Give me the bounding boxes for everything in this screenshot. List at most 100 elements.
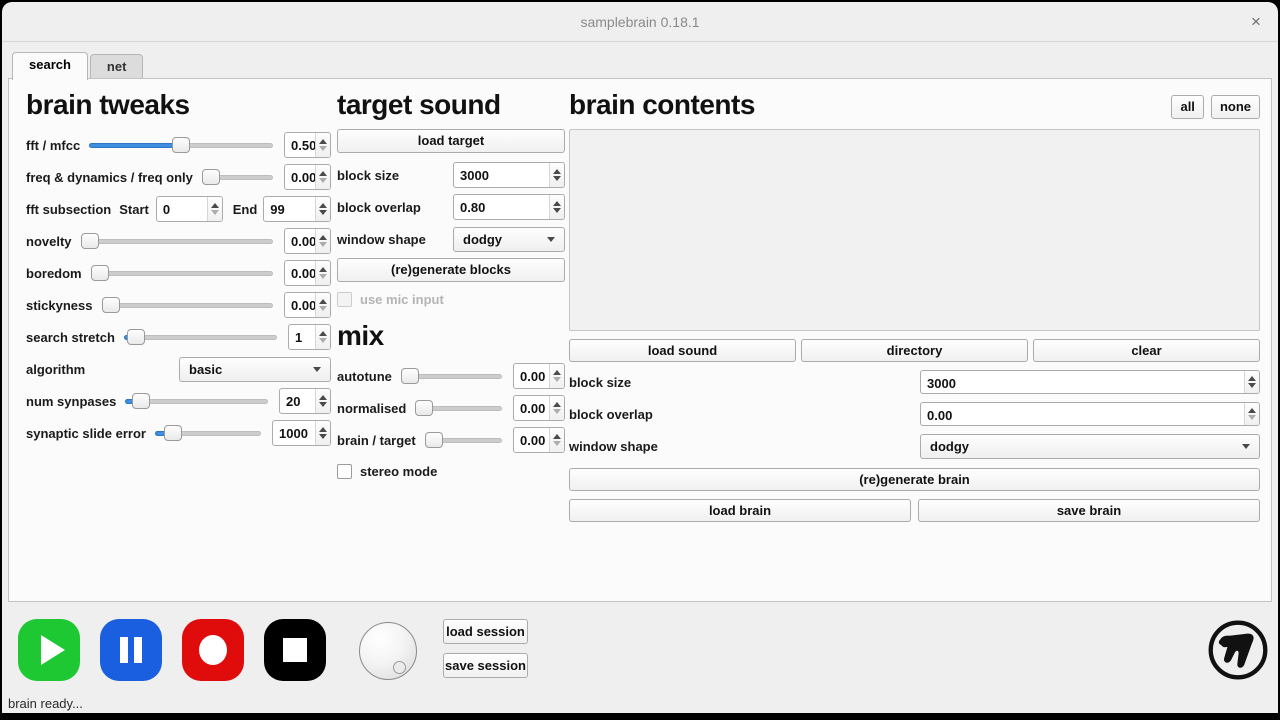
pause-button[interactable] [100, 619, 162, 681]
window-title: samplebrain 0.18.1 [2, 14, 1278, 30]
boredom-slider[interactable] [91, 264, 273, 282]
num-synpases-spinbox[interactable]: 20 [279, 388, 331, 414]
autotune-spinbox[interactable]: 0.00 [513, 363, 565, 389]
synaptic-slide-error-spinbox[interactable]: 1000 [272, 420, 331, 446]
spin-arrows-icon[interactable] [315, 261, 330, 285]
regenerate-blocks-button[interactable]: (re)generate blocks [337, 258, 565, 282]
stereo-mode-checkbox[interactable] [337, 464, 352, 479]
num-synpases-slider[interactable] [125, 392, 268, 410]
stickyness-slider[interactable] [102, 296, 274, 314]
spin-arrows-icon[interactable] [315, 165, 330, 189]
freq-dynamics-row: freq & dynamics / freq only 0.00 [26, 161, 331, 193]
search-stretch-label: search stretch [26, 330, 115, 345]
brain-window-shape-combobox[interactable]: dodgy [920, 434, 1260, 459]
spin-arrows-icon[interactable] [315, 197, 330, 221]
target-block-size-spinbox[interactable]: 3000 [453, 162, 565, 188]
autotune-slider[interactable] [401, 367, 502, 385]
spin-arrows-icon[interactable] [549, 396, 564, 420]
use-mic-checkbox[interactable] [337, 292, 352, 307]
fft-end-spinbox[interactable]: 99 [263, 196, 331, 222]
novelty-spinbox[interactable]: 0.00 [284, 228, 331, 254]
target-window-shape-row: window shape dodgy [337, 223, 565, 255]
novelty-value: 0.00 [285, 229, 315, 253]
tab-search[interactable]: search [12, 52, 88, 80]
brain-block-overlap-row: block overlap 0.00 [569, 398, 1260, 430]
search-stretch-spinbox[interactable]: 1 [288, 324, 331, 350]
stop-button[interactable] [264, 619, 326, 681]
brain-contents-list[interactable] [569, 129, 1260, 331]
brain-target-slider[interactable] [425, 431, 502, 449]
regenerate-brain-button[interactable]: (re)generate brain [569, 468, 1260, 491]
normalised-label: normalised [337, 401, 406, 416]
normalised-slider[interactable] [415, 399, 502, 417]
target-block-overlap-spinbox[interactable]: 0.80 [453, 194, 565, 220]
target-sound-heading: target sound [337, 89, 565, 121]
aphex-twin-logo [1207, 619, 1269, 681]
normalised-spinbox[interactable]: 0.00 [513, 395, 565, 421]
spin-arrows-icon[interactable] [1244, 403, 1259, 425]
select-all-button[interactable]: all [1171, 95, 1203, 119]
spin-arrows-icon[interactable] [315, 293, 330, 317]
spin-arrows-icon[interactable] [315, 229, 330, 253]
use-mic-label: use mic input [360, 292, 444, 307]
close-icon[interactable]: × [1246, 12, 1266, 32]
search-stretch-row: search stretch 1 [26, 321, 331, 353]
record-button[interactable] [182, 619, 244, 681]
volume-knob[interactable] [359, 622, 417, 680]
load-session-button[interactable]: load session [443, 619, 528, 644]
freq-dynamics-slider[interactable] [202, 168, 273, 186]
select-none-button[interactable]: none [1211, 95, 1260, 119]
load-target-button[interactable]: load target [337, 129, 565, 153]
search-stretch-slider[interactable] [124, 328, 277, 346]
use-mic-input-row: use mic input [337, 284, 565, 314]
boredom-row: boredom 0.00 [26, 257, 331, 289]
spin-arrows-icon[interactable] [549, 163, 564, 187]
start-label: Start [119, 202, 149, 217]
novelty-row: novelty 0.00 [26, 225, 331, 257]
novelty-slider[interactable] [81, 232, 273, 250]
spin-arrows-icon[interactable] [549, 195, 564, 219]
spin-arrows-icon[interactable] [549, 428, 564, 452]
load-sound-button[interactable]: load sound [569, 339, 796, 362]
app-window: samplebrain 0.18.1 × search net brain tw… [2, 2, 1278, 713]
brain-block-overlap-value: 0.00 [921, 403, 1244, 425]
status-text: brain ready... [8, 696, 83, 711]
clear-button[interactable]: clear [1033, 339, 1260, 362]
algorithm-combobox[interactable]: basic [179, 357, 331, 382]
brain-block-size-spinbox[interactable]: 3000 [920, 370, 1260, 394]
spin-arrows-icon[interactable] [315, 389, 330, 413]
stickyness-spinbox[interactable]: 0.00 [284, 292, 331, 318]
fft-start-spinbox[interactable]: 0 [156, 196, 223, 222]
spin-arrows-icon[interactable] [315, 325, 330, 349]
boredom-spinbox[interactable]: 0.00 [284, 260, 331, 286]
target-block-size-row: block size 3000 [337, 159, 565, 191]
directory-button[interactable]: directory [801, 339, 1028, 362]
spin-arrows-icon[interactable] [1244, 371, 1259, 393]
brain-block-overlap-spinbox[interactable]: 0.00 [920, 402, 1260, 426]
spin-arrows-icon[interactable] [549, 364, 564, 388]
spin-arrows-icon[interactable] [315, 133, 330, 157]
autotune-label: autotune [337, 369, 392, 384]
chevron-down-icon [1242, 444, 1250, 449]
load-brain-button[interactable]: load brain [569, 499, 911, 522]
target-block-overlap-label: block overlap [337, 200, 421, 215]
spin-arrows-icon[interactable] [315, 421, 330, 445]
brain-contents-heading: brain contents [569, 89, 1260, 121]
tab-net[interactable]: net [90, 54, 144, 79]
brain-target-spinbox[interactable]: 0.00 [513, 427, 565, 453]
save-session-button[interactable]: save session [443, 653, 528, 678]
target-window-shape-combobox[interactable]: dodgy [453, 227, 565, 252]
synaptic-slide-error-row: synaptic slide error 1000 [26, 417, 331, 449]
fft-mfcc-slider[interactable] [89, 136, 273, 154]
brain-block-size-label: block size [569, 375, 920, 390]
algorithm-label: algorithm [26, 362, 85, 377]
save-brain-button[interactable]: save brain [918, 499, 1260, 522]
play-button[interactable] [18, 619, 80, 681]
fft-mfcc-spinbox[interactable]: 0.50 [284, 132, 331, 158]
boredom-label: boredom [26, 266, 82, 281]
target-window-shape-label: window shape [337, 232, 426, 247]
spin-arrows-icon[interactable] [207, 197, 222, 221]
autotune-value: 0.00 [514, 364, 549, 388]
freq-dynamics-spinbox[interactable]: 0.00 [284, 164, 331, 190]
synaptic-slide-error-slider[interactable] [155, 424, 261, 442]
